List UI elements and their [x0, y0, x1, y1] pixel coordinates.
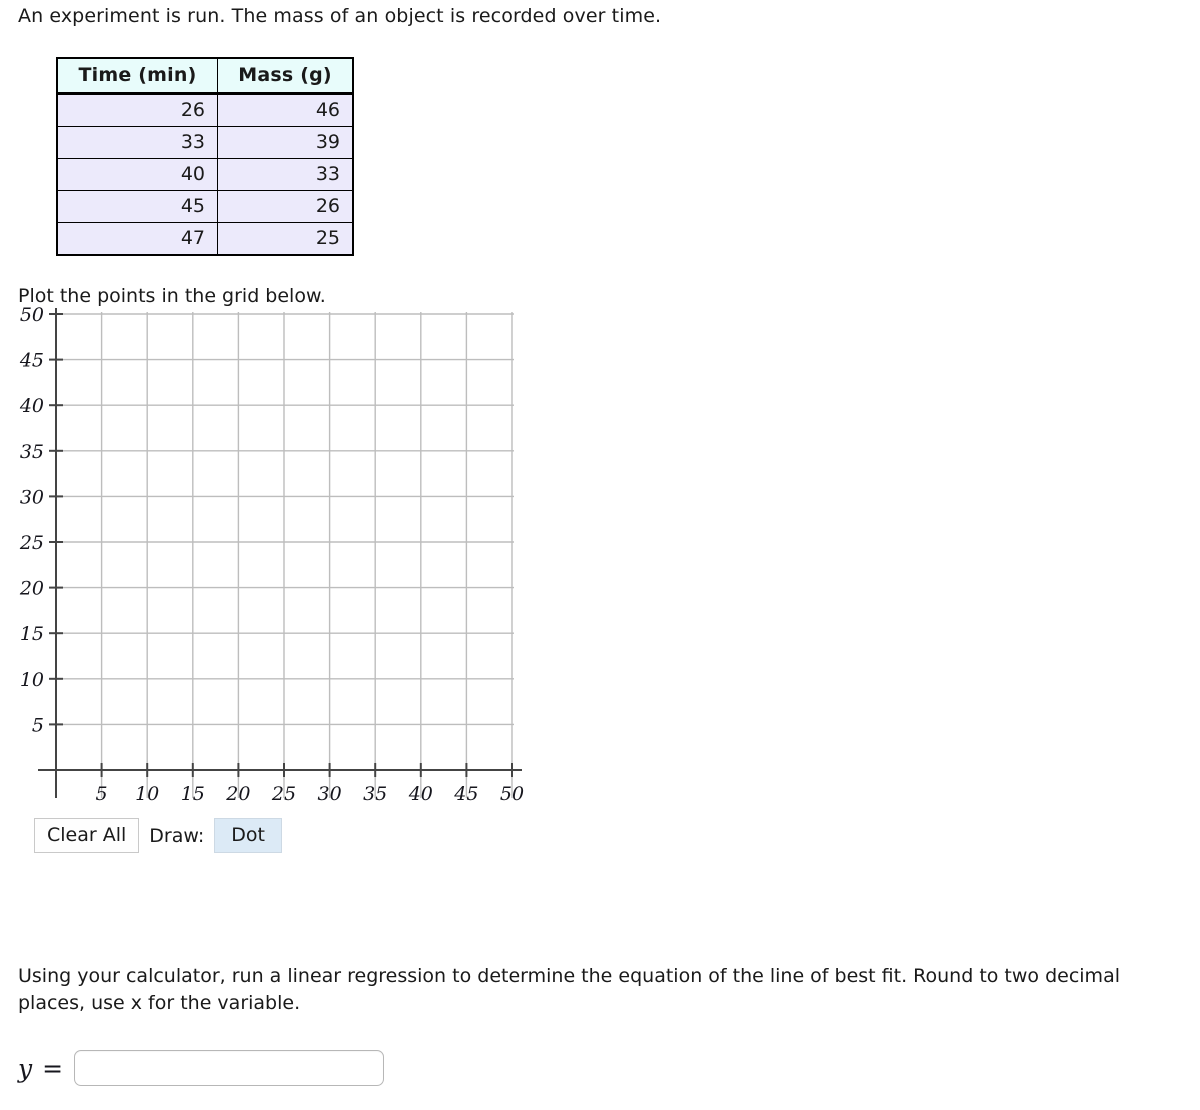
draw-mode-dot-button[interactable]: Dot [214, 818, 283, 853]
x-axis-tick-label: 45 [453, 783, 478, 805]
table-row: 26 46 [56, 93, 354, 127]
answer-equation-label: y = [18, 1053, 65, 1083]
plot-svg[interactable]: 5 10 15 20 25 30 35 40 45 50 5 10 15 20 25 30 35 40 45 50 [0, 300, 560, 820]
draw-mode-label: Draw: [149, 824, 205, 847]
cell-mass: 25 [217, 222, 354, 256]
y-axis-tick-label: 45 [19, 350, 44, 372]
x-axis-tick-label: 25 [271, 783, 296, 805]
x-axis-tick-label: 10 [135, 783, 159, 805]
y-axis-tick-label: 25 [19, 532, 44, 554]
regression-equation-input[interactable] [74, 1050, 385, 1086]
table-row: 45 26 [56, 190, 354, 223]
y-axis-tick-label: 10 [20, 669, 44, 691]
x-axis-tick-label: 40 [408, 783, 433, 805]
plot-grid-canvas[interactable]: 5 10 15 20 25 30 35 40 45 50 5 10 15 20 25 30 35 40 45 50 [0, 300, 560, 820]
x-axis-tick-label: 50 [500, 783, 524, 805]
x-axis-tick-label: 20 [225, 783, 250, 805]
column-header-time: Time (min) [56, 57, 218, 95]
data-table-container: Time (min) Mass (g) 26 46 33 39 40 33 45… [56, 57, 354, 256]
intro-prompt-text: An experiment is run. The mass of an obj… [18, 5, 662, 27]
regression-question-text: Using your calculator, run a linear regr… [18, 965, 1120, 1014]
y-axis-tick-label: 30 [20, 486, 44, 508]
y-axis-tick-label: 35 [20, 441, 44, 463]
column-header-mass: Mass (g) [217, 57, 354, 95]
x-axis-tick-label: 5 [96, 783, 108, 805]
cell-mass: 26 [217, 190, 354, 223]
cell-time: 47 [56, 222, 218, 256]
x-axis-tick-label: 30 [318, 783, 342, 805]
cell-time: 45 [56, 190, 218, 223]
table-row: 33 39 [56, 126, 354, 159]
y-axis-tick-label: 5 [32, 714, 44, 736]
clear-all-button[interactable]: Clear All [34, 818, 140, 853]
cell-mass: 33 [217, 158, 354, 191]
y-axis-tick-label: 20 [19, 578, 44, 600]
graph-toolbar: Clear All Draw: Dot [34, 818, 283, 853]
y-axis-tick-label: 15 [20, 623, 44, 645]
cell-mass: 46 [217, 93, 354, 127]
grid-lines [54, 312, 514, 798]
cell-time: 26 [56, 93, 218, 127]
table-header-row: Time (min) Mass (g) [56, 57, 354, 95]
y-axis-tick-label: 50 [20, 304, 44, 326]
x-axis-tick-label: 15 [181, 783, 205, 805]
x-axis-tick-label: 35 [363, 783, 387, 805]
cell-mass: 39 [217, 126, 354, 159]
answer-row: y = [18, 1050, 385, 1086]
y-axis-tick-label: 40 [19, 395, 44, 417]
cell-time: 40 [56, 158, 218, 191]
axis-ticks: 5 10 15 20 25 30 35 40 45 50 5 10 15 20 25 30 35 40 45 50 [19, 304, 524, 805]
table-row: 40 33 [56, 158, 354, 191]
cell-time: 33 [56, 126, 218, 159]
experiment-data-table: Time (min) Mass (g) 26 46 33 39 40 33 45… [56, 57, 354, 256]
table-row: 47 25 [56, 222, 354, 256]
